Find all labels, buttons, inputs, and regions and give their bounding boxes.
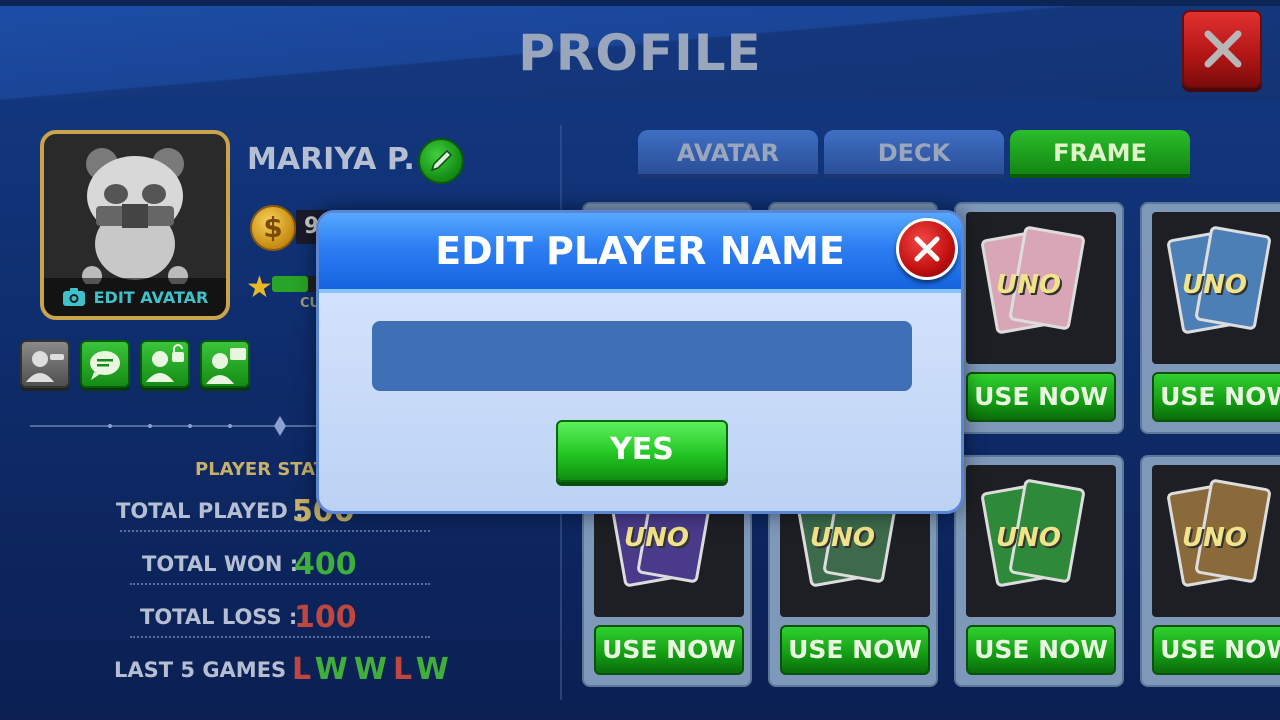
last-five-games: LWWLW: [292, 652, 455, 687]
frame-card-art: UNO: [1152, 212, 1280, 364]
game-result-win: W: [415, 652, 455, 687]
uno-logo: UNO: [1182, 270, 1247, 300]
star-icon: ★: [246, 270, 273, 305]
profile-card-button[interactable]: [20, 340, 70, 388]
camera-icon: [62, 288, 85, 306]
frame-card-art: UNO: [966, 212, 1116, 364]
stats-title: PLAYER STATI: [195, 459, 333, 480]
row-underline: [120, 526, 430, 532]
stat-value: 100: [294, 600, 357, 635]
frame-card: UNO USE NOW: [954, 202, 1124, 434]
dialog-close-button[interactable]: [896, 218, 958, 280]
message-user-icon: [206, 348, 246, 384]
pencil-icon: [430, 149, 453, 172]
close-icon: [914, 236, 940, 262]
use-now-button[interactable]: USE NOW: [1152, 625, 1280, 675]
profile-card-icon: [26, 351, 64, 382]
xp-progress-fill: [272, 276, 308, 292]
uno-logo: UNO: [996, 270, 1061, 300]
close-icon: [1204, 30, 1242, 68]
stat-label: TOTAL WON :: [142, 552, 299, 576]
panda-avatar: [82, 148, 188, 284]
row-underline: [130, 579, 430, 585]
game-result-loss: L: [392, 652, 416, 687]
uno-logo: UNO: [624, 523, 689, 553]
game-result-loss: L: [292, 652, 315, 687]
yes-button[interactable]: YES: [556, 420, 728, 482]
edit-name-dialog: EDIT PLAYER NAME YES: [316, 210, 964, 514]
frame-card: UNO USE NOW: [1140, 202, 1280, 434]
game-result-win: W: [353, 652, 393, 687]
stat-value: 400: [294, 547, 357, 582]
edit-avatar-button[interactable]: EDIT AVATAR: [44, 278, 226, 316]
tab-deck[interactable]: DECK: [824, 130, 1004, 178]
edit-name-button[interactable]: [418, 138, 464, 184]
avatar-frame[interactable]: EDIT AVATAR: [40, 130, 230, 320]
close-profile-button[interactable]: [1182, 10, 1262, 88]
row-underline: [130, 632, 430, 638]
frame-card-art: UNO: [1152, 465, 1280, 617]
chat-icon: [90, 351, 120, 380]
use-now-button[interactable]: USE NOW: [966, 625, 1116, 675]
game-result-win: W: [314, 652, 354, 687]
chat-button[interactable]: [80, 340, 130, 388]
use-now-button[interactable]: USE NOW: [966, 372, 1116, 422]
player-name-input[interactable]: [372, 321, 912, 391]
uno-logo: UNO: [810, 523, 875, 553]
player-name: MARIYA P.: [247, 142, 415, 177]
lock-user-button[interactable]: [140, 340, 190, 388]
uno-logo: UNO: [1182, 523, 1247, 553]
tab-avatar[interactable]: AVATAR: [638, 130, 818, 178]
frame-card-art: UNO: [966, 465, 1116, 617]
lock-user-icon: [146, 344, 184, 382]
coin-icon: $: [250, 205, 296, 251]
stat-label: TOTAL PLAYED :: [116, 499, 304, 523]
use-now-button[interactable]: USE NOW: [594, 625, 744, 675]
uno-logo: UNO: [996, 523, 1061, 553]
tab-frame[interactable]: FRAME: [1010, 130, 1190, 178]
stat-label: LAST 5 GAMES :: [114, 658, 302, 682]
dialog-title: EDIT PLAYER NAME: [435, 229, 845, 273]
use-now-button[interactable]: USE NOW: [780, 625, 930, 675]
edit-avatar-label: EDIT AVATAR: [93, 287, 209, 307]
frame-card: UNO USE NOW: [954, 455, 1124, 687]
ornament-divider: [30, 416, 320, 436]
header-bar: PROFILE: [0, 0, 1280, 100]
page-title: PROFILE: [518, 24, 762, 82]
profile-screen: PROFILE EDIT AVATAR MARIYA P. $ 9 ★ CU P…: [0, 0, 1280, 720]
dialog-header: EDIT PLAYER NAME: [319, 213, 961, 293]
stat-label: TOTAL LOSS :: [140, 605, 298, 629]
use-now-button[interactable]: USE NOW: [1152, 372, 1280, 422]
frame-card: UNO USE NOW: [1140, 455, 1280, 687]
message-user-button[interactable]: [200, 340, 250, 388]
